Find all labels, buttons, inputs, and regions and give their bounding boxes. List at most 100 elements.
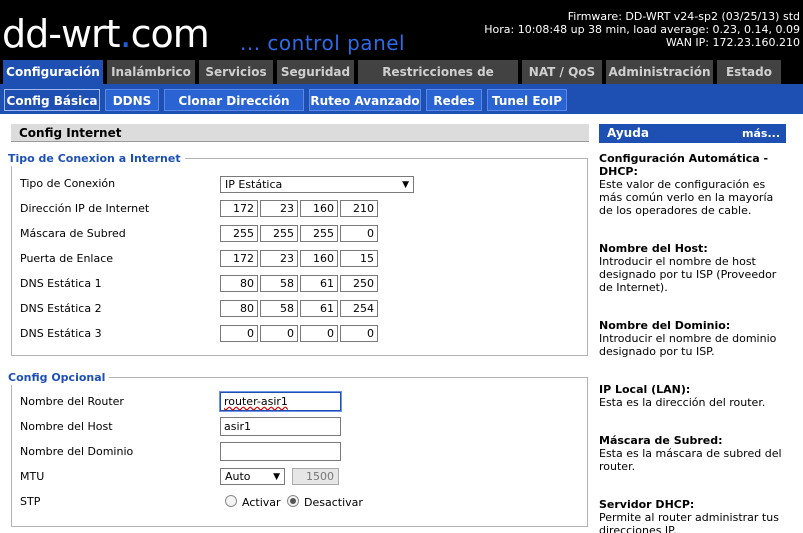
subtab-clonar-mac[interactable]: Clonar Dirección MAC (164, 89, 304, 130)
ip-octet-4[interactable]: 210 (340, 200, 378, 217)
help-item: IP Local (LAN): Esta es la dirección del… (599, 383, 789, 409)
help-item-title: Nombre del Dominio: (599, 319, 731, 332)
dns1-octet-2[interactable]: 58 (260, 275, 298, 292)
gateway-octet-3[interactable]: 160 (300, 250, 338, 267)
chevron-down-icon: ▼ (273, 472, 280, 482)
tab-configuracion[interactable]: Configuración (3, 60, 103, 84)
dns3-octet-1[interactable]: 0 (220, 325, 258, 342)
mtu-mode-select[interactable]: Auto ▼ (220, 468, 285, 485)
help-item-text: Permite al router administrar tus direcc… (599, 511, 779, 533)
ip-label: Dirección IP de Internet (20, 202, 150, 215)
ip-octet-3[interactable]: 160 (300, 200, 338, 217)
subtab-config-basica[interactable]: Config Básica (4, 89, 100, 111)
dns3-octet-3[interactable]: 0 (300, 325, 338, 342)
stp-activar-radio[interactable] (225, 495, 237, 507)
subtab-tunel-eoip[interactable]: Tunel EoIP (487, 89, 567, 111)
help-more-link[interactable]: más... (742, 124, 780, 143)
subtab-ddns[interactable]: DDNS (105, 89, 159, 111)
tab-servicios[interactable]: Servicios (199, 60, 273, 84)
stp-activar-label[interactable]: Activar (242, 496, 281, 509)
help-item-text: Introducir el nombre de dominio designad… (599, 332, 777, 358)
gateway-octet-2[interactable]: 23 (260, 250, 298, 267)
dns2-octet-1[interactable]: 80 (220, 300, 258, 317)
netmask-octet-2[interactable]: 255 (260, 225, 298, 242)
stp-desactivar-label[interactable]: Desactivar (304, 496, 363, 509)
gateway-octet-4[interactable]: 15 (340, 250, 378, 267)
logo: dd-wrt.com (2, 12, 210, 56)
chevron-down-icon: ▼ (402, 180, 409, 190)
host-name-input[interactable]: asir1 (220, 417, 341, 436)
dns2-octet-2[interactable]: 58 (260, 300, 298, 317)
netmask-label: Máscara de Subred (20, 227, 126, 240)
wan-ip: WAN IP: 172.23.160.210 (665, 36, 800, 49)
logo-dot: . (119, 12, 132, 56)
host-name-label: Nombre del Host (20, 420, 113, 433)
netmask-octet-4[interactable]: 0 (340, 225, 378, 242)
dns3-octet-4[interactable]: 0 (340, 325, 378, 342)
host-name-row: Nombre del Host asir1 (20, 417, 580, 437)
tab-seguridad[interactable]: Seguridad (277, 60, 354, 84)
connection-type-select[interactable]: IP Estática ▼ (220, 176, 414, 193)
tab-inalambrico[interactable]: Inalámbrico (107, 60, 195, 84)
help-item-title: Máscara de Subred: (599, 434, 723, 447)
tab-estado[interactable]: Estado (717, 60, 781, 84)
gateway-label: Puerta de Enlace (20, 252, 114, 265)
help-item-text: Esta es la dirección del router. (599, 396, 766, 409)
domain-name-row: Nombre del Dominio (20, 442, 580, 462)
help-header: Ayuda más... (599, 124, 786, 143)
mtu-label: MTU (20, 470, 45, 483)
router-name-row: Nombre del Router router-asir1 (20, 392, 580, 412)
help-title: Ayuda (607, 126, 649, 140)
domain-name-input[interactable] (220, 442, 341, 461)
ip-octet-1[interactable]: 172 (220, 200, 258, 217)
header: dd-wrt.com ... control panel Firmware: D… (0, 0, 803, 58)
help-item: Nombre del Host: Introducir el nombre de… (599, 242, 789, 294)
domain-name-label: Nombre del Dominio (20, 445, 134, 458)
tab-administracion[interactable]: Administración (606, 60, 713, 84)
connection-type-row: Tipo de Conexión IP Estática ▼ (20, 174, 580, 194)
help-item-title: Nombre del Host: (599, 242, 708, 255)
router-name-value: router-asir1 (224, 395, 288, 408)
router-name-input[interactable]: router-asir1 (220, 392, 341, 411)
connection-type-value: IP Estática (225, 178, 283, 191)
gateway-row: Puerta de Enlace 172 . 23 . 160 . 15 (20, 249, 580, 269)
subtab-ruteo-avanzado[interactable]: Ruteo Avanzado (309, 89, 421, 111)
subtab-redes[interactable]: Redes (426, 89, 482, 111)
logo-tld: com (130, 12, 210, 56)
logo-main: dd-wrt (2, 12, 121, 56)
netmask-row: Máscara de Subred 255 . 255 . 255 . 0 (20, 224, 580, 244)
dns1-octet-3[interactable]: 61 (300, 275, 338, 292)
mtu-row: MTU Auto ▼ 1500 (20, 467, 580, 487)
help-item-title: Servidor DHCP: (599, 498, 695, 511)
dns2-label: DNS Estática 2 (20, 302, 102, 315)
firmware-version: Firmware: DD-WRT v24-sp2 (03/25/13) std (567, 10, 800, 23)
help-item-text: Esta es la máscara de subred del router. (599, 447, 782, 473)
dns3-label: DNS Estática 3 (20, 327, 102, 340)
ip-row: Dirección IP de Internet 172 . 23 . 160 … (20, 199, 580, 219)
netmask-octet-1[interactable]: 255 (220, 225, 258, 242)
mtu-value-input[interactable]: 1500 (292, 468, 339, 485)
gateway-octet-1[interactable]: 172 (220, 250, 258, 267)
help-item: Nombre del Dominio: Introducir el nombre… (599, 319, 789, 358)
main-tabs: Configuración Inalámbrico Servicios Segu… (0, 58, 803, 103)
tagline: ... control panel (240, 31, 406, 55)
router-name-label: Nombre del Router (20, 395, 124, 408)
dns1-octet-1[interactable]: 80 (220, 275, 258, 292)
netmask-octet-3[interactable]: 255 (300, 225, 338, 242)
dns1-octet-4[interactable]: 250 (340, 275, 378, 292)
dns1-label: DNS Estática 1 (20, 277, 102, 290)
help-item-text: Introducir el nombre de host designado p… (599, 255, 777, 294)
tab-restricciones[interactable]: Restricciones de Acceso (358, 60, 518, 103)
section-title: Config Internet (11, 124, 589, 142)
connection-type-label: Tipo de Conexión (20, 177, 116, 190)
dns3-octet-2[interactable]: 0 (260, 325, 298, 342)
dns2-octet-3[interactable]: 61 (300, 300, 338, 317)
content-area: Config Internet Tipo de Conexion a Inter… (0, 114, 803, 533)
ip-octet-2[interactable]: 23 (260, 200, 298, 217)
system-info: Firmware: DD-WRT v24-sp2 (03/25/13) std … (484, 10, 800, 49)
dns2-octet-4[interactable]: 254 (340, 300, 378, 317)
stp-desactivar-radio[interactable] (287, 495, 299, 507)
tab-nat-qos[interactable]: NAT / QoS (522, 60, 602, 84)
dns2-row: DNS Estática 2 80 . 58 . 61 . 254 (20, 299, 580, 319)
help-item-text: Este valor de configuración es más común… (599, 178, 774, 217)
